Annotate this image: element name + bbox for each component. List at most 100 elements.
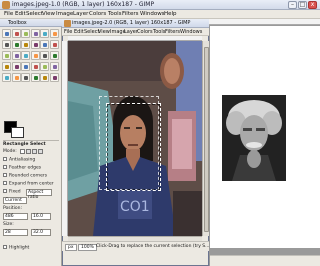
- img-menu-colors[interactable]: Colors: [137, 29, 153, 35]
- dodge-icon[interactable]: [50, 73, 59, 82]
- pencil-icon[interactable]: [30, 62, 40, 71]
- divider: [3, 140, 59, 141]
- align-icon[interactable]: [50, 40, 59, 49]
- status-message: Click-Drag to replace the current select…: [96, 244, 210, 249]
- size-label: Size:: [3, 222, 14, 227]
- expand-label: Expand from center: [9, 181, 54, 187]
- ellipse-select-icon[interactable]: [11, 29, 21, 38]
- fixed-dropdown[interactable]: Aspect ratio: [26, 189, 52, 200]
- menu-windows[interactable]: Windows: [140, 11, 165, 17]
- text-icon[interactable]: [2, 62, 11, 71]
- antialiasing-label: Antialiasing: [9, 157, 36, 163]
- zoom-icon[interactable]: [21, 40, 31, 49]
- main-window-title: images.jpeg-1.0 (RGB, 1 layer) 160x187 -…: [12, 1, 155, 8]
- size-h-field[interactable]: 32.0: [31, 229, 51, 236]
- rectangle-selection[interactable]: [106, 103, 161, 191]
- img-menu-windows[interactable]: Windows: [180, 29, 202, 35]
- perspective-icon[interactable]: [40, 51, 50, 60]
- menu-tools[interactable]: Tools: [108, 11, 122, 17]
- img-menu-filters[interactable]: Filters: [165, 29, 180, 35]
- toolbox-title-bar[interactable]: Toolbox: [0, 19, 62, 27]
- maximize-button[interactable]: □: [298, 1, 307, 9]
- move-icon[interactable]: [40, 40, 50, 49]
- main-title-bar[interactable]: images.jpeg-1.0 (RGB, 1 layer) 160x187 -…: [0, 0, 320, 10]
- wand-icon[interactable]: [30, 29, 40, 38]
- menu-colors[interactable]: Colors: [89, 11, 106, 17]
- menu-filters[interactable]: Filters: [122, 11, 139, 17]
- menu-layer[interactable]: Layer: [73, 11, 88, 17]
- scissors-icon[interactable]: [50, 29, 59, 38]
- blend-icon[interactable]: [21, 62, 31, 71]
- crop-icon[interactable]: [2, 51, 11, 60]
- paintbrush-icon[interactable]: [40, 62, 50, 71]
- background-color-swatch[interactable]: [11, 127, 24, 138]
- airbrush-icon[interactable]: [2, 73, 11, 82]
- img-menu-edit[interactable]: Edit: [74, 29, 84, 35]
- highlight-checkbox[interactable]: [3, 245, 7, 249]
- main-status-bar: [210, 255, 320, 266]
- menu-help[interactable]: Help: [164, 11, 177, 17]
- rotate-icon[interactable]: [11, 51, 21, 60]
- svg-text:CO1: CO1: [120, 199, 150, 215]
- lasso-icon[interactable]: [21, 29, 31, 38]
- bucket-fill-icon[interactable]: [11, 62, 21, 71]
- feather-checkbox[interactable]: [3, 165, 7, 169]
- image-vertical-scrollbar[interactable]: [202, 41, 209, 236]
- feather-label: Feather edges: [9, 165, 42, 171]
- highlight-option[interactable]: Highlight: [3, 245, 59, 252]
- position-label: Position:: [3, 206, 23, 211]
- heal-icon[interactable]: [30, 73, 40, 82]
- antialiasing-checkbox[interactable]: [3, 157, 7, 161]
- fixed-label: Fixed: [9, 189, 21, 195]
- zoom-select[interactable]: 100%: [78, 244, 97, 251]
- flip-icon[interactable]: [50, 51, 59, 60]
- vertical-scroll-thumb[interactable]: [204, 47, 209, 232]
- menu-image[interactable]: Image: [56, 11, 73, 17]
- position-y-field[interactable]: 16.0: [31, 213, 51, 220]
- close-button[interactable]: x: [308, 1, 317, 9]
- image-menu-bar: File Edit Select View Image Layer Colors…: [62, 28, 209, 36]
- highlight-label: Highlight: [9, 245, 30, 251]
- menu-edit[interactable]: Edit: [15, 11, 26, 17]
- image-title-bar[interactable]: images.jpeg-2.0 (RGB, 1 layer) 160x187 -…: [62, 19, 209, 28]
- measure-icon[interactable]: [30, 40, 40, 49]
- paths-icon[interactable]: [2, 40, 11, 49]
- img-menu-file[interactable]: File: [64, 29, 72, 35]
- menu-select[interactable]: Select: [26, 11, 43, 17]
- rounded-label: Rounded corners: [9, 173, 48, 179]
- rounded-corners-option[interactable]: Rounded corners: [3, 173, 59, 180]
- color-select-icon[interactable]: [40, 29, 50, 38]
- rounded-checkbox[interactable]: [3, 173, 7, 177]
- smudge-icon[interactable]: [40, 73, 50, 82]
- menu-file[interactable]: File: [4, 11, 13, 17]
- shear-icon[interactable]: [30, 51, 40, 60]
- ink-icon[interactable]: [11, 73, 21, 82]
- current-field[interactable]: Current: [3, 197, 27, 204]
- tool-grid: [2, 29, 60, 117]
- scale-icon[interactable]: [21, 51, 31, 60]
- eraser-icon[interactable]: [50, 62, 59, 71]
- rect-select-icon[interactable]: [2, 29, 11, 38]
- img-menu-layer[interactable]: Layer: [124, 29, 138, 35]
- clone-icon[interactable]: [21, 73, 31, 82]
- img-menu-tools[interactable]: Tools: [153, 29, 165, 35]
- main-menu-bar: File Edit Select View Image Layer Colors…: [0, 10, 320, 19]
- mode-buttons[interactable]: [20, 149, 44, 155]
- feather-edges-option[interactable]: Feather edges: [3, 165, 59, 172]
- size-w-field[interactable]: 28: [3, 229, 28, 236]
- tool-options-title: Rectangle Select: [3, 142, 46, 147]
- gimp-image-icon: [64, 20, 71, 27]
- image-status-bar: px 100% Click-Drag to replace the curren…: [62, 241, 209, 251]
- fixed-checkbox[interactable]: [3, 189, 7, 193]
- color-picker-icon[interactable]: [11, 40, 21, 49]
- img-menu-view[interactable]: View: [98, 29, 110, 35]
- expand-checkbox[interactable]: [3, 181, 7, 185]
- antialiasing-option[interactable]: Antialiasing: [3, 157, 59, 164]
- gimp-app-icon: [2, 1, 10, 9]
- minimize-button[interactable]: –: [288, 1, 297, 9]
- portrait-image: [222, 95, 286, 181]
- expand-center-option[interactable]: Expand from center: [3, 181, 59, 188]
- unit-select[interactable]: px: [65, 244, 77, 251]
- position-x-field[interactable]: 486: [3, 213, 28, 220]
- menu-view[interactable]: View: [42, 11, 55, 17]
